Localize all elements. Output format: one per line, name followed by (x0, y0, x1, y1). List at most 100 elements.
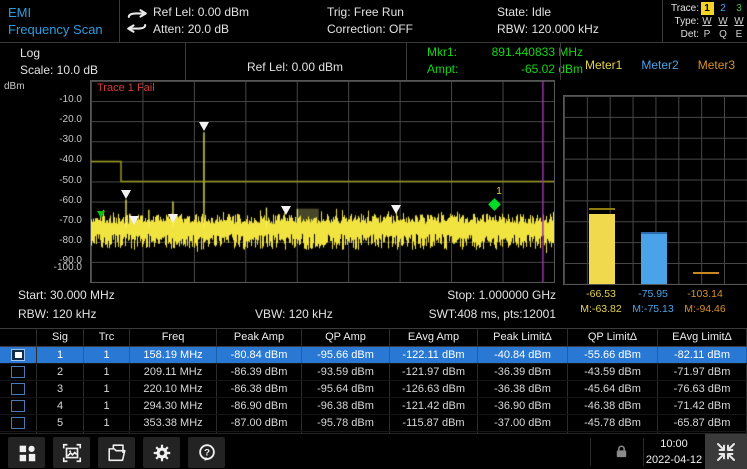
green-peak-marker-icon[interactable] (97, 211, 105, 218)
ref-atten-readout: Ref Lel: 0.00 dBm Atten: 20.0 dB (153, 4, 249, 38)
meter1-value: -66.53 (571, 288, 631, 300)
table-cell: -86.38 dBm (217, 381, 302, 397)
svg-text:?: ? (204, 447, 210, 458)
table-cell: -122.11 dBm (390, 347, 478, 363)
table-column-header: Peak LimitΔ (478, 329, 568, 346)
table-cell: -86.90 dBm (217, 398, 302, 414)
y-axis-tick: -30.0 (59, 134, 82, 145)
y-axis-tick: -20.0 (59, 114, 82, 125)
trace-legend-labels: Trace: Type: Det: (663, 2, 699, 42)
table-cell: -65.87 dBm (658, 415, 747, 431)
trig-correction-readout: Trig: Free Run Correction: OFF (327, 4, 413, 38)
table-row[interactable]: 51353.38 MHz-87.00 dBm-95.78 dBm-115.87 … (0, 415, 747, 432)
ref-level-field: Ref Lel: 0.00 dBm (153, 4, 249, 21)
meter1-max: M:-63.82 (571, 303, 631, 315)
marker1-amplitude: -65.02 dBm (521, 61, 583, 78)
settings-bar: Log Scale: 10.0 dB Ref Lel: 0.00 dBm Mkr… (0, 43, 747, 80)
peak-marker-icon[interactable] (199, 122, 209, 131)
table-cell: 1 (84, 381, 130, 397)
table-row[interactable]: 21209.11 MHz-86.39 dBm-93.59 dBm-121.97 … (0, 364, 747, 381)
table-cell: -80.84 dBm (217, 347, 302, 363)
app-scan-label: Frequency Scan (8, 21, 103, 38)
trace-legend: Trace: Type: Det: 1 W P 2 W Q 3 W E (662, 0, 747, 42)
correction-field: Correction: OFF (327, 21, 413, 38)
table-cell: 1 (37, 347, 84, 363)
table-cell: 4 (37, 398, 84, 414)
table-cell: -121.42 dBm (390, 398, 478, 414)
clock-display: 10:00 2022-04-12 (645, 436, 703, 468)
trig-field: Trig: Free Run (327, 4, 413, 21)
row-checkbox[interactable] (11, 383, 25, 395)
table-cell: 1 (84, 364, 130, 380)
divider (590, 438, 591, 466)
marker-layer: 1 (91, 81, 554, 282)
spectrum-plot[interactable]: 1 (90, 80, 555, 283)
table-cell: -95.64 dBm (302, 381, 390, 397)
y-axis-tick: -40.0 (59, 154, 82, 165)
table-cell: -86.39 dBm (217, 364, 302, 380)
table-cell: -82.11 dBm (658, 347, 747, 363)
signal-table-header: SigTrcFreqPeak AmpQP AmpEAvg AmpPeak Lim… (0, 328, 747, 347)
peak-marker-icon[interactable] (129, 216, 139, 225)
marker1-ampt-label: Ampt: (427, 61, 458, 78)
save-file-button[interactable] (98, 437, 135, 468)
trace-1-column[interactable]: 1 W P (699, 2, 715, 42)
row-checkbox[interactable] (11, 417, 25, 429)
lock-icon (614, 444, 629, 464)
table-column-header: EAvg LimitΔ (658, 329, 747, 346)
table-cell: 220.10 MHz (130, 381, 217, 397)
marker1-diamond-icon[interactable] (488, 198, 501, 211)
trace-3-column[interactable]: 3 W E (731, 2, 747, 42)
trace-2-column[interactable]: 2 W Q (715, 2, 731, 42)
table-cell: -36.39 dBm (478, 364, 568, 380)
screenshot-button[interactable] (53, 437, 90, 468)
meter-bar (641, 234, 667, 284)
peak-marker-icon[interactable] (168, 214, 178, 223)
row-checkbox[interactable] (11, 349, 25, 361)
trace-row-label: Trace: (663, 2, 699, 15)
tab-meter2[interactable]: Meter2 (641, 58, 678, 72)
meter-maxhold-line (589, 208, 615, 210)
table-column-header: EAvg Amp (390, 329, 478, 346)
menu-blocks-button[interactable] (8, 437, 45, 468)
table-cell: -45.78 dBm (568, 415, 658, 431)
y-axis-tick: -100.0 (54, 262, 82, 273)
top-status-bar: EMI Frequency Scan Ref Lel: 0.00 dBm Att… (0, 0, 747, 43)
table-cell: -43.59 dBm (568, 364, 658, 380)
table-cell: 158.19 MHz (130, 347, 217, 363)
select-all-cell (0, 329, 37, 346)
collapse-fullscreen-button[interactable] (705, 434, 747, 469)
meter-bar-graph (563, 95, 747, 285)
table-cell: 1 (84, 347, 130, 363)
peak-marker-icon[interactable] (281, 206, 291, 215)
state-rbw-readout: State: Idle RBW: 120.000 kHz (497, 4, 599, 38)
table-cell: 209.11 MHz (130, 364, 217, 380)
rbw-label: RBW: 120 kHz (18, 307, 96, 321)
y-axis-tick: -70.0 (59, 215, 82, 226)
continuous-sweep-icon[interactable] (123, 7, 151, 35)
peak-marker-icon[interactable] (121, 190, 131, 199)
det-row-label: Det: (663, 28, 699, 41)
row-checkbox[interactable] (11, 400, 25, 412)
table-cell: 1 (84, 415, 130, 431)
y-axis-tick: -10.0 (59, 94, 82, 105)
settings-gear-button[interactable] (143, 437, 180, 468)
table-column-header: Peak Amp (217, 329, 302, 346)
table-row[interactable]: 31220.10 MHz-86.38 dBm-95.64 dBm-126.63 … (0, 381, 747, 398)
table-cell: -55.66 dBm (568, 347, 658, 363)
tab-meter3[interactable]: Meter3 (698, 58, 735, 72)
table-row[interactable]: 41294.30 MHz-86.90 dBm-96.38 dBm-121.42 … (0, 398, 747, 415)
start-frequency-label: Start: 30.000 MHz (18, 288, 115, 302)
marker1-number-label: 1 (496, 186, 502, 197)
row-checkbox[interactable] (11, 366, 25, 378)
help-button[interactable]: ? (188, 437, 225, 468)
table-row[interactable]: 11158.19 MHz-80.84 dBm-95.66 dBm-122.11 … (0, 347, 747, 364)
meter-maxhold-line (641, 232, 667, 234)
date-label: 2022-04-12 (645, 452, 703, 468)
signal-table: SigTrcFreqPeak AmpQP AmpEAvg AmpPeak Lim… (0, 328, 747, 433)
table-cell: -95.78 dBm (302, 415, 390, 431)
peak-marker-icon[interactable] (391, 205, 401, 214)
tab-meter1[interactable]: Meter1 (585, 58, 622, 72)
divider (643, 438, 644, 466)
meter-bar (589, 214, 615, 284)
